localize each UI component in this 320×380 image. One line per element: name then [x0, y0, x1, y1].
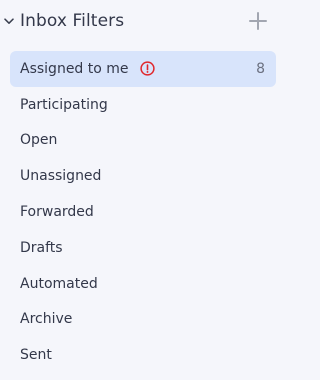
- chevron-down-icon[interactable]: [3, 15, 15, 27]
- section-title: Inbox Filters: [20, 11, 125, 31]
- filter-item-forwarded[interactable]: Forwarded: [10, 194, 276, 230]
- filter-list: Assigned to me 8 Participating Open Unas…: [10, 51, 276, 373]
- inbox-filters-header: Inbox Filters: [0, 0, 283, 44]
- filter-item-automated[interactable]: Automated: [10, 266, 276, 302]
- filter-label: Archive: [20, 311, 73, 328]
- filter-item-open[interactable]: Open: [10, 123, 276, 159]
- filter-item-archive[interactable]: Archive: [10, 302, 276, 338]
- filter-item-participating[interactable]: Participating: [10, 87, 276, 123]
- alert-icon: [140, 61, 156, 77]
- filter-label: Open: [20, 132, 58, 149]
- filter-label: Sent: [20, 347, 52, 364]
- filter-count: 8: [256, 60, 265, 77]
- filter-label: Assigned to me: [20, 60, 129, 77]
- filter-label: Drafts: [20, 239, 63, 256]
- plus-icon[interactable]: [248, 11, 268, 31]
- filter-item-assigned-to-me[interactable]: Assigned to me 8: [10, 51, 276, 87]
- filter-label: Forwarded: [20, 204, 94, 221]
- filter-label: Participating: [20, 96, 108, 113]
- filter-label: Unassigned: [20, 168, 102, 185]
- filter-item-drafts[interactable]: Drafts: [10, 230, 276, 266]
- filter-item-sent[interactable]: Sent: [10, 337, 276, 373]
- filter-item-unassigned[interactable]: Unassigned: [10, 158, 276, 194]
- filter-label: Automated: [20, 275, 98, 292]
